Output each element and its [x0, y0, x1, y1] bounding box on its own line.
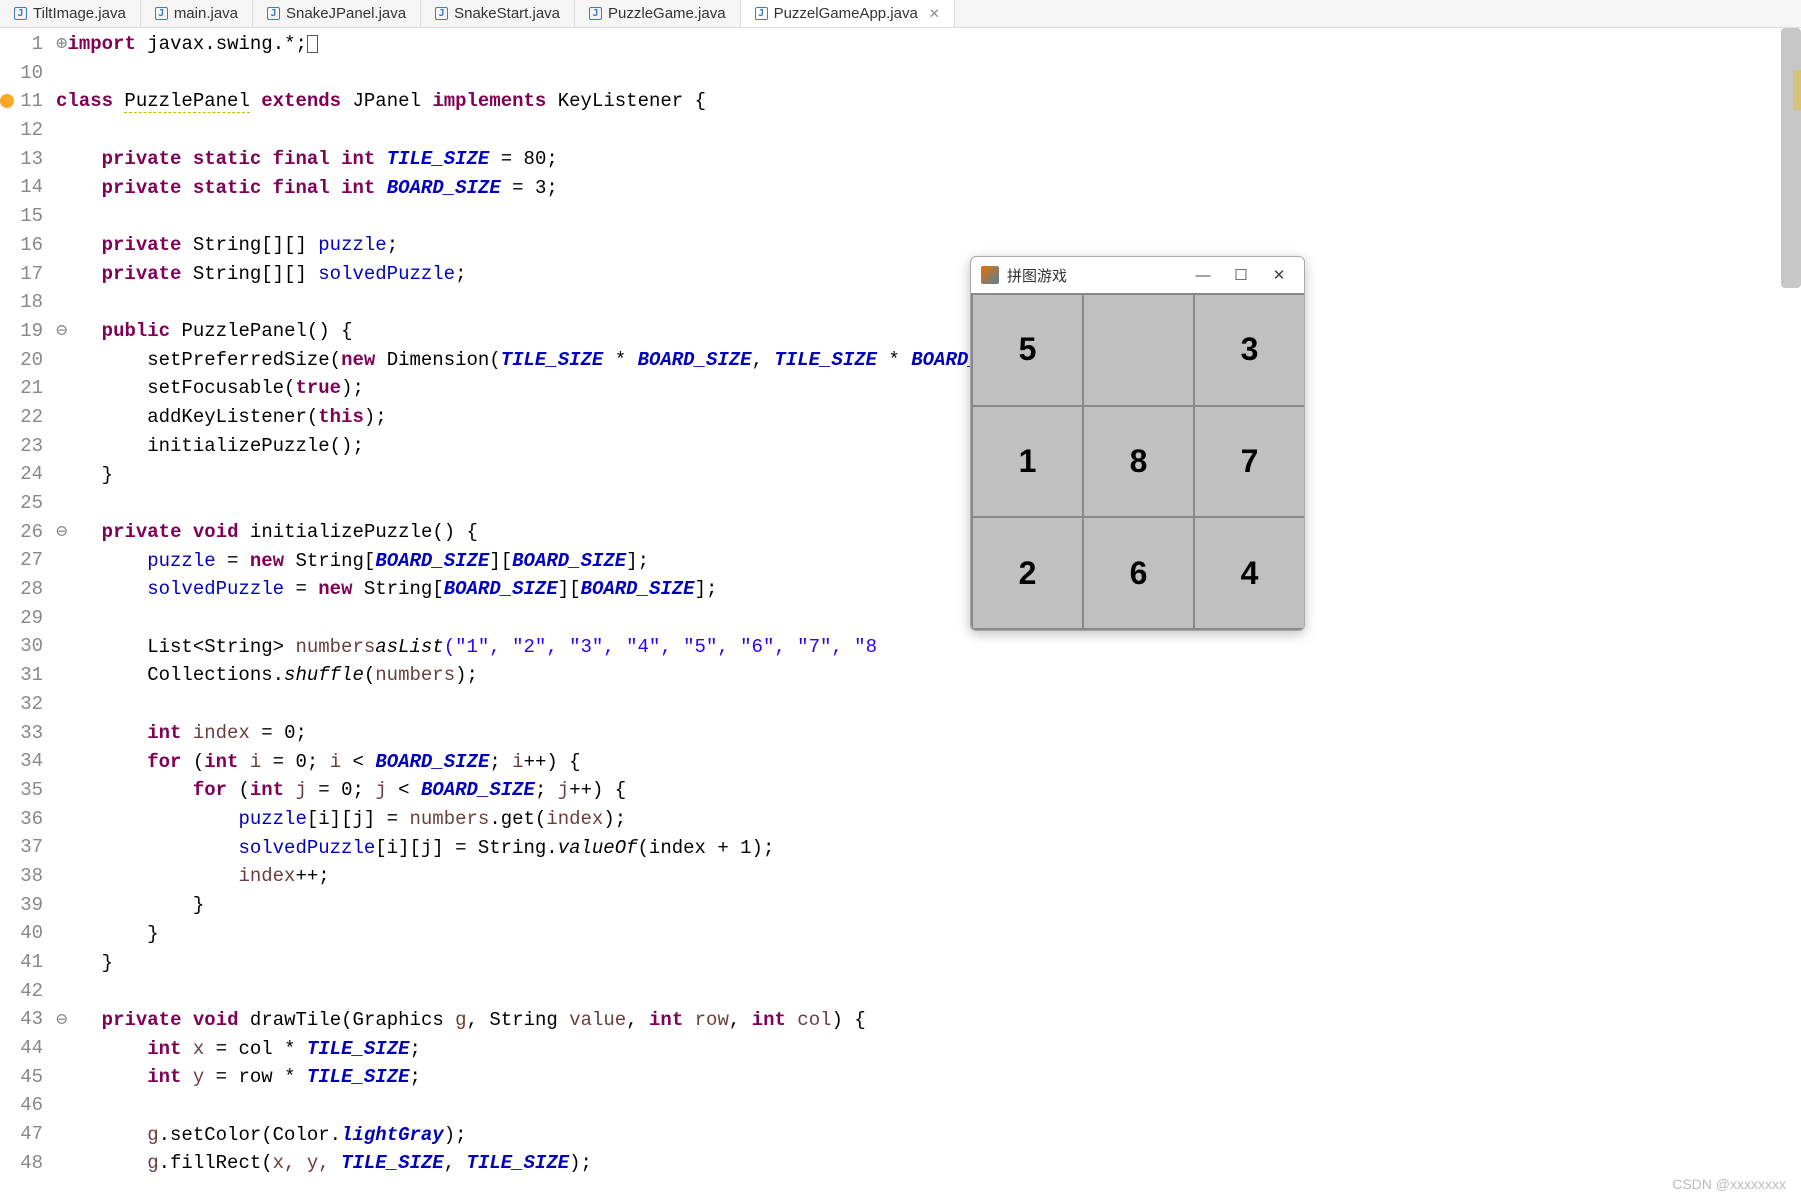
- line-number: 41: [0, 948, 43, 977]
- window-title: 拼图游戏: [1007, 265, 1067, 286]
- watermark: CSDN @xxxxxxxx: [1672, 1176, 1786, 1192]
- line-number: 14: [0, 173, 43, 202]
- puzzle-tile[interactable]: 8: [1084, 407, 1193, 517]
- line-number: 30: [0, 632, 43, 661]
- line-number: 43: [0, 1005, 43, 1034]
- overview-marker: [1793, 70, 1801, 110]
- line-number: 44: [0, 1034, 43, 1063]
- puzzle-tile[interactable]: 1: [973, 407, 1082, 517]
- line-number: 12: [0, 116, 43, 145]
- java-icon: J: [589, 7, 602, 20]
- line-number: 26: [0, 518, 43, 547]
- line-number: 39: [0, 891, 43, 920]
- puzzle-tile[interactable]: 5: [973, 295, 1082, 405]
- line-number: 40: [0, 919, 43, 948]
- puzzle-tile[interactable]: 4: [1195, 518, 1304, 628]
- line-number: 15: [0, 202, 43, 231]
- puzzle-tile-empty[interactable]: [1084, 295, 1193, 405]
- line-number: 17: [0, 260, 43, 289]
- line-number: 11: [0, 87, 43, 116]
- puzzle-game-window[interactable]: 拼图游戏 — ☐ ✕ 5 3 1 8 7 2 6 4: [970, 256, 1305, 631]
- java-icon: J: [155, 7, 168, 20]
- tab-label: SnakeStart.java: [454, 5, 560, 22]
- line-number: 16: [0, 231, 43, 260]
- line-number: 27: [0, 546, 43, 575]
- puzzle-tile[interactable]: 2: [973, 518, 1082, 628]
- tab-label: TiltImage.java: [33, 5, 126, 22]
- line-number: 23: [0, 432, 43, 461]
- fold-icon[interactable]: ⊕: [56, 33, 67, 55]
- line-number: 25: [0, 489, 43, 518]
- line-number: 10: [0, 59, 43, 88]
- java-icon: J: [14, 7, 27, 20]
- line-number: 22: [0, 403, 43, 432]
- tab-puzzlegame[interactable]: J PuzzleGame.java: [575, 0, 741, 27]
- vertical-scrollbar[interactable]: [1781, 28, 1801, 288]
- line-number: 47: [0, 1120, 43, 1149]
- line-number: 24: [0, 460, 43, 489]
- line-number: 29: [0, 604, 43, 633]
- line-number: 34: [0, 747, 43, 776]
- puzzle-tile[interactable]: 3: [1195, 295, 1304, 405]
- minimize-button[interactable]: —: [1188, 267, 1218, 284]
- cursor: [307, 35, 318, 53]
- line-number: 48: [0, 1149, 43, 1178]
- java-icon: J: [755, 7, 768, 20]
- line-number: 46: [0, 1091, 43, 1120]
- editor-area: 1 10 11 12 13 14 15 16 17 18 19 20 21 22…: [0, 28, 1801, 1200]
- line-number: 32: [0, 690, 43, 719]
- line-number: 42: [0, 977, 43, 1006]
- line-number: 20: [0, 346, 43, 375]
- java-icon: J: [435, 7, 448, 20]
- window-titlebar[interactable]: 拼图游戏 — ☐ ✕: [971, 257, 1304, 293]
- line-number: 33: [0, 719, 43, 748]
- line-number: 38: [0, 862, 43, 891]
- line-number: 45: [0, 1063, 43, 1092]
- puzzle-tile[interactable]: 7: [1195, 407, 1304, 517]
- tab-main[interactable]: Jmain.java: [141, 0, 253, 27]
- tab-snakejpanel[interactable]: J SnakeJPanel.java: [253, 0, 421, 27]
- puzzle-grid: 5 3 1 8 7 2 6 4: [971, 293, 1305, 630]
- line-number: 19: [0, 317, 43, 346]
- puzzle-tile[interactable]: 6: [1084, 518, 1193, 628]
- fold-icon[interactable]: ⊖: [56, 1009, 67, 1031]
- fold-icon[interactable]: ⊖: [56, 521, 67, 543]
- tab-bar: J TiltImage.java Jmain.java J SnakeJPanel.…: [0, 0, 1801, 28]
- line-number: 31: [0, 661, 43, 690]
- tab-snakestart[interactable]: J SnakeStart.java: [421, 0, 575, 27]
- line-gutter: 1 10 11 12 13 14 15 16 17 18 19 20 21 22…: [0, 28, 50, 1200]
- line-number: 1: [0, 30, 43, 59]
- java-logo-icon: [981, 266, 999, 284]
- maximize-button[interactable]: ☐: [1226, 266, 1256, 284]
- tab-tiltimage[interactable]: J TiltImage.java: [0, 0, 141, 27]
- line-number: 28: [0, 575, 43, 604]
- line-number: 21: [0, 374, 43, 403]
- tab-label: PuzzelGameApp.java: [774, 5, 918, 22]
- fold-icon[interactable]: ⊖: [56, 320, 67, 342]
- close-icon[interactable]: ✕: [929, 6, 940, 22]
- tab-label: main.java: [174, 5, 238, 22]
- line-number: 37: [0, 833, 43, 862]
- tab-label: SnakeJPanel.java: [286, 5, 406, 22]
- tab-puzzelgameapp[interactable]: J PuzzelGameApp.java ✕: [741, 0, 955, 27]
- code-editor[interactable]: ⊕import javax.swing.*; class PuzzlePanel…: [50, 28, 1801, 1200]
- tab-label: PuzzleGame.java: [608, 5, 726, 22]
- line-number: 36: [0, 805, 43, 834]
- java-icon: J: [267, 7, 280, 20]
- close-button[interactable]: ✕: [1264, 266, 1294, 284]
- line-number: 35: [0, 776, 43, 805]
- line-number: 18: [0, 288, 43, 317]
- line-number: 13: [0, 145, 43, 174]
